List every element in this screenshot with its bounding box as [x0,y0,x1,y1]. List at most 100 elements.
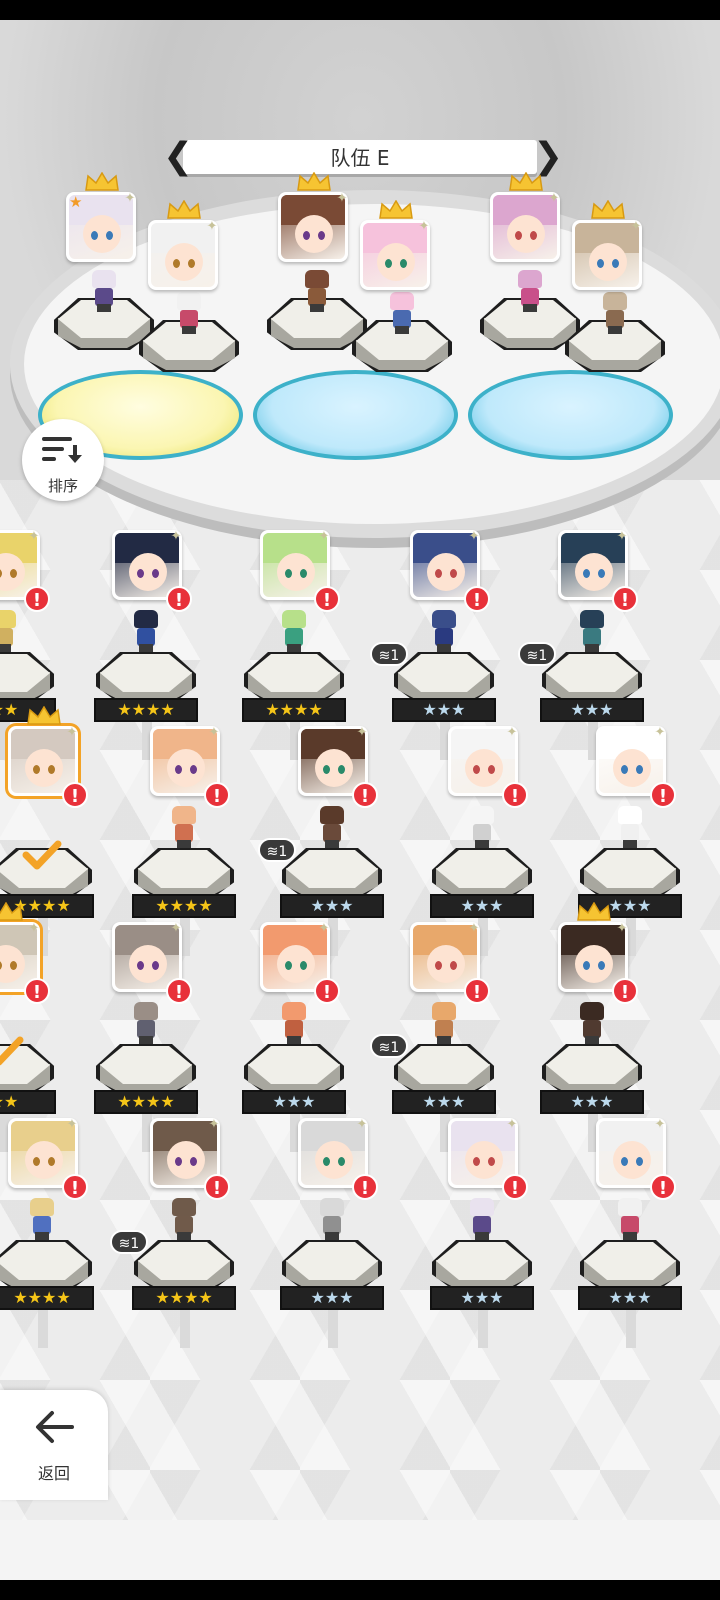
alert-badge: ! [204,1174,230,1200]
sparkle-icon: ✦ [208,725,220,740]
team-title: 队伍 E [330,146,390,170]
alert-badge: ! [204,782,230,808]
character-pedestal[interactable]: ★★★ [430,848,534,930]
sparkle-icon: ✦ [654,725,666,740]
back-button[interactable]: 返回 [0,1390,108,1500]
sort-label: 排序 [47,477,78,495]
character-portrait[interactable]: ✦ [360,220,430,290]
alert-badge: ! [352,782,378,808]
crown-icon [166,199,202,220]
star-rating: ★★★ [430,894,534,918]
star-rating: ★★★★ [132,1286,236,1310]
sparkle-icon: ✦ [654,1117,666,1132]
prev-team-arrow-icon[interactable]: ❮ [163,136,193,180]
sparkle-icon: ✦ [506,1117,518,1132]
alert-badge: ! [62,782,88,808]
character-portrait[interactable]: ✦ [572,220,642,290]
character-pedestal[interactable]: ★★★ [242,1044,346,1126]
character-pedestal[interactable]: ★★★ [392,1044,496,1126]
selected-check-icon [0,1034,26,1068]
star-rating: ★★★★ [94,1090,198,1114]
sparkle-icon: ✦ [66,725,78,740]
floor-pattern [0,480,720,1520]
star-rating: ★★★★ [132,894,236,918]
alert-badge: ! [166,978,192,1004]
character-pedestal[interactable]: ★★★ [392,652,496,734]
character-sprite [426,1002,462,1046]
character-sprite [276,1002,312,1046]
duplicate-count: 1 [390,648,400,664]
star-rating: ★★★ [578,1286,682,1310]
sort-icon [42,437,82,463]
team-banner: 队伍 E ❮ ❯ [163,136,563,180]
sparkle-icon: ✦ [356,1117,368,1132]
character-portrait[interactable]: ✦ [148,220,218,290]
character-pedestal[interactable]: ★★★ [280,1240,384,1322]
character-pedestal[interactable]: ★★★ [540,1044,644,1126]
duplicate-count-badge: ≋1 [518,642,556,666]
character-sprite [166,806,202,850]
character-pedestal[interactable]: ★★★★ [0,1240,94,1322]
star-rating: ★★★ [430,1286,534,1310]
crown-icon [84,171,120,192]
duplicate-icon: ≋ [378,648,391,664]
sparkle-icon: ✦ [206,219,218,234]
duplicate-count-badge: ≋1 [258,838,296,862]
character-sprite [574,1002,610,1046]
character-pedestal[interactable]: ★★★★ [132,1240,236,1322]
crown-icon [296,171,332,192]
star-rating: ★★★ [540,698,644,722]
character-sprite [299,270,335,314]
character-sprite [464,806,500,850]
sort-button[interactable]: 排序 [22,419,104,501]
star-rating: ★★★★ [0,1286,94,1310]
character-sprite [464,1198,500,1242]
character-pedestal[interactable]: ★★★ [540,652,644,734]
character-pedestal[interactable]: ★★★ [280,848,384,930]
favorite-star-icon: ★ [69,193,83,211]
character-sprite [384,292,420,336]
alert-badge: ! [314,978,340,1004]
duplicate-icon: ≋ [266,844,279,860]
alert-badge: ! [650,1174,676,1200]
character-sprite [597,292,633,336]
alert-badge: ! [62,1174,88,1200]
character-portrait[interactable]: ✦ [490,192,560,262]
alert-badge: ! [502,782,528,808]
sparkle-icon: ✦ [630,219,642,234]
character-portrait[interactable]: ✦ ★ [66,192,136,262]
sparkle-icon: ✦ [548,191,560,206]
alert-badge: ! [650,782,676,808]
duplicate-count: 1 [390,1040,400,1056]
sparkle-icon: ✦ [318,921,330,936]
star-rating: ★★ [0,1090,56,1114]
bottom-strip [0,1520,720,1580]
character-sprite [128,610,164,654]
character-pedestal[interactable]: ★★★★ [94,652,198,734]
character-pedestal[interactable]: ★★★ [578,1240,682,1322]
character-portrait[interactable]: ✦ [278,192,348,262]
sparkle-icon: ✦ [318,529,330,544]
character-pedestal[interactable]: ★★★ [430,1240,534,1322]
alert-badge: ! [612,978,638,1004]
crown-icon [378,199,414,220]
alert-badge: ! [24,586,50,612]
character-sprite [0,610,22,654]
character-sprite [276,610,312,654]
character-sprite [574,610,610,654]
alert-badge: ! [502,1174,528,1200]
star-rating: ★★★ [280,1286,384,1310]
sparkle-icon: ✦ [336,191,348,206]
duplicate-icon: ≋ [526,648,539,664]
duplicate-count: 1 [538,648,548,664]
duplicate-icon: ≋ [118,1236,131,1252]
star-rating: ★★★★ [94,698,198,722]
character-pedestal[interactable]: ★★★★ [94,1044,198,1126]
star-rating: ★★★ [242,1090,346,1114]
crown-icon [576,901,612,922]
star-rating: ★★★ [280,894,384,918]
duplicate-count-badge: ≋1 [370,642,408,666]
character-pedestal[interactable]: ★★★★ [242,652,346,734]
character-sprite [86,270,122,314]
character-pedestal[interactable]: ★★★★ [132,848,236,930]
